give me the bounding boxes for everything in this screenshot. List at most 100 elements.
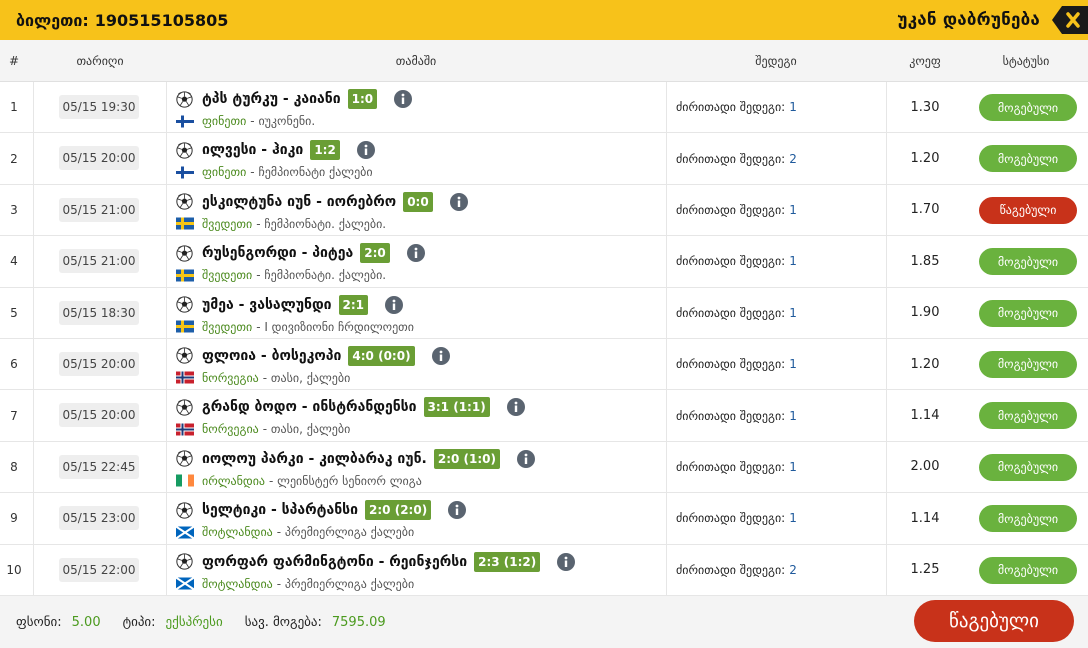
- row-number: 3: [10, 202, 18, 217]
- col-status: სტატუსი: [1002, 54, 1050, 68]
- table-row: 1 05/15 19:30 ტპს ტურკუ - კაიანი 1:0 ფინ…: [0, 82, 1088, 134]
- bet-result: ძირითადი შედეგი: 1: [676, 288, 797, 338]
- status-badge[interactable]: მოგებული: [979, 248, 1077, 276]
- status-badge[interactable]: მოგებული: [979, 145, 1077, 173]
- match-country: ნორვეგია: [202, 422, 259, 437]
- finland-flag-icon: [176, 166, 194, 179]
- sweden-flag-icon: [176, 217, 194, 230]
- result-label: ძირითადი შედეგი:: [676, 305, 786, 320]
- info-icon[interactable]: [517, 449, 536, 468]
- status-badge[interactable]: მოგებული: [979, 505, 1077, 533]
- status-badge[interactable]: წაგებული: [979, 196, 1077, 224]
- match-country: ფინეთი: [202, 165, 247, 180]
- back-button[interactable]: უკან დაბრუნება: [897, 0, 1088, 40]
- match-teams[interactable]: იოლოუ პარკი - კილბარაკ იუნ.: [202, 451, 427, 467]
- row-number: 1: [10, 100, 18, 115]
- stake: ფსონი: 5.00: [16, 615, 101, 630]
- info-icon[interactable]: [506, 398, 525, 417]
- win-label: სავ. მოგება:: [244, 614, 322, 630]
- info-icon[interactable]: [406, 244, 425, 263]
- info-icon[interactable]: [557, 552, 576, 571]
- result-label: ძირითადი შედეგი:: [676, 459, 786, 474]
- match-teams[interactable]: ფლოია - ბოსეკოპი: [202, 348, 341, 364]
- match-league: - ჩემპიონატი. ქალები.: [256, 216, 387, 231]
- match-teams[interactable]: რუსენგორდი - პიტეა: [202, 245, 353, 261]
- table-row: 3 05/15 21:00 ესკილტუნა იუნ - იორებრო 0:…: [0, 184, 1088, 237]
- match-teams[interactable]: სელტიკი - სპარტანსი: [202, 502, 358, 518]
- bet-result: ძირითადი შედეგი: 1: [676, 442, 797, 492]
- match-league: - პრემიერლიგა ქალები: [276, 576, 415, 591]
- match-info: ილვესი - ჰიკი 1:2 ფინეთი - ჩემპიონატი ქა…: [176, 138, 656, 181]
- match-teams[interactable]: გრანდ ბოდო - ინსტრანდენსი: [202, 399, 417, 415]
- match-teams[interactable]: ფორფარ ფარმინგტონი - რეინჯერსი: [202, 554, 467, 570]
- result-value: 1: [789, 100, 797, 115]
- close-icon[interactable]: [1052, 6, 1088, 34]
- bet-odds: 1.90: [910, 305, 940, 321]
- match-info: ფლოია - ბოსეკოპი 4:0 (0:0) ნორვეგია - თა…: [176, 344, 656, 387]
- ticket-status-badge[interactable]: წაგებული: [914, 600, 1074, 642]
- bet-result: ძირითადი შედეგი: 2: [676, 133, 797, 183]
- soccer-ball-icon: [176, 296, 193, 313]
- soccer-ball-icon: [176, 501, 193, 519]
- soccer-ball-icon: [176, 347, 193, 365]
- match-score: 1:0: [347, 89, 378, 109]
- table-row: 6 05/15 20:00 ფლოია - ბოსეკოპი 4:0 (0:0): [0, 338, 1088, 391]
- bets-table: 1 05/15 19:30 ტპს ტურკუ - კაიანი 1:0 ფინ…: [0, 82, 1088, 596]
- result-label: ძირითადი შედეგი:: [676, 151, 786, 166]
- result-value: 1: [789, 357, 797, 372]
- row-number: 2: [10, 151, 18, 166]
- match-score: 2:0: [360, 243, 390, 264]
- info-icon[interactable]: [449, 192, 468, 211]
- result-label: ძირითადი შედეგი:: [676, 408, 786, 423]
- match-score: 2:0 (1:0): [433, 448, 501, 469]
- col-date: თარიღი: [76, 54, 124, 68]
- finland-flag-icon: [176, 115, 194, 127]
- bet-odds: 2.00: [910, 459, 940, 475]
- match-teams[interactable]: უმეა - ვასალუნდი: [202, 297, 332, 313]
- row-number: 8: [10, 459, 18, 474]
- table-row: 8 05/15 22:45 იოლოუ პარკი - კილბარაკ იუნ…: [0, 441, 1088, 494]
- match-teams[interactable]: ტპს ტურკუ - კაიანი: [202, 91, 341, 107]
- result-label: ძირითადი შედეგი:: [676, 100, 786, 115]
- match-country: შვედეთი: [202, 268, 253, 283]
- match-score: 1:2: [310, 140, 340, 161]
- match-teams[interactable]: ილვესი - ჰიკი: [202, 142, 303, 158]
- match-league: - ლეინსტერ სენიორ ლიგა: [269, 473, 422, 488]
- status-badge[interactable]: მოგებული: [979, 453, 1077, 481]
- result-value: 1: [789, 511, 797, 526]
- bet-odds: 1.20: [910, 151, 940, 167]
- info-icon[interactable]: [394, 90, 413, 108]
- ticket-header: ბილეთი: 190515105805 უკან დაბრუნება: [0, 0, 1088, 40]
- match-date: 05/15 20:00: [59, 146, 139, 171]
- info-icon[interactable]: [431, 346, 450, 365]
- match-date: 05/15 21:00: [59, 197, 139, 222]
- match-league: - ჩემპიონატი ქალები: [250, 165, 373, 180]
- match-date: 05/15 22:00: [59, 557, 139, 582]
- status-badge[interactable]: მოგებული: [979, 350, 1077, 378]
- status-badge[interactable]: მოგებული: [979, 402, 1077, 430]
- bet-odds: 1.14: [910, 510, 940, 526]
- type-value: ექსპრესი: [165, 614, 223, 630]
- row-number: 9: [10, 511, 18, 526]
- status-badge[interactable]: მოგებული: [979, 299, 1077, 327]
- match-country: ფინეთი: [202, 114, 247, 128]
- result-label: ძირითადი შედეგი:: [676, 562, 786, 577]
- status-badge[interactable]: მოგებული: [979, 556, 1077, 584]
- status-badge[interactable]: მოგებული: [979, 94, 1077, 121]
- type-label: ტიპი:: [122, 614, 156, 630]
- col-game: თამაში: [395, 54, 437, 68]
- bet-result: ძირითადი შედეგი: 1: [676, 493, 797, 543]
- info-icon[interactable]: [448, 501, 467, 520]
- table-row: 5 05/15 18:30 უმეა - ვასალუნდი 2:1 შვედე…: [0, 287, 1088, 339]
- match-date: 05/15 20:00: [59, 351, 139, 376]
- match-teams[interactable]: ესკილტუნა იუნ - იორებრო: [202, 194, 396, 210]
- table-row: 10 05/15 22:00 ფორფარ ფარმინგტონი - რეინ…: [0, 544, 1088, 596]
- bet-odds: 1.25: [910, 562, 940, 578]
- ticket-id: ბილეთი: 190515105805: [16, 11, 228, 30]
- soccer-ball-icon: [176, 193, 193, 210]
- info-icon[interactable]: [385, 295, 404, 314]
- info-icon[interactable]: [356, 141, 375, 160]
- match-info: სელტიკი - სპარტანსი 2:0 (2:0) შოტლანდია …: [176, 498, 656, 541]
- result-label: ძირითადი შედეგი:: [676, 254, 786, 269]
- row-number: 4: [10, 254, 18, 269]
